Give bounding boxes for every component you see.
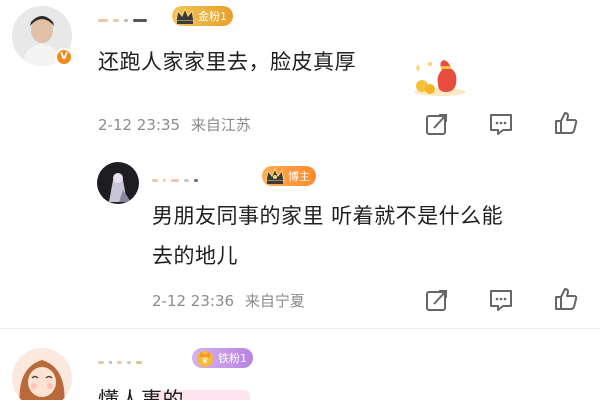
crown-icon — [264, 166, 286, 186]
comment-icon[interactable] — [488, 287, 514, 313]
avatar-photo — [12, 348, 72, 400]
comment-item: ♛ 铁粉1 懂人事的 — [0, 330, 600, 400]
reply-text-line2: 去的地儿 — [152, 244, 238, 268]
comment-icon[interactable] — [488, 111, 514, 137]
reply-text-line1: 男朋友同事的家里 听着就不是什么能 — [152, 204, 504, 228]
vip-badge-icon: V — [55, 48, 73, 66]
comment-meta: 2-12 23:35 来自江苏 — [98, 114, 251, 135]
comment-text: 还跑人家家里去，脸皮真厚 — [98, 50, 356, 74]
crown-icon: ♛ — [194, 348, 216, 368]
username-blurred[interactable] — [98, 352, 188, 366]
divider — [0, 328, 600, 329]
crown-icon — [174, 6, 196, 26]
thumbs-up-icon[interactable] — [553, 286, 579, 312]
comment-text: 懂人事的 — [98, 388, 184, 400]
share-icon[interactable] — [424, 111, 450, 137]
reply-item: 博主 男朋友同事的家里 听着就不是什么能 去的地儿 2-12 23:36 来自宁… — [0, 150, 600, 325]
fortune-bag-sticker-icon — [410, 52, 470, 97]
fan-badge-label: 金粉1 — [198, 10, 227, 23]
username-blurred[interactable] — [152, 170, 252, 184]
username-blurred[interactable] — [98, 10, 168, 24]
comment-item: V 金粉1 还跑人家家里去，脸皮真厚 2-12 23:35 来自江苏 — [0, 0, 600, 150]
avatar-photo — [97, 162, 139, 204]
author-badge-label: 博主 — [288, 170, 310, 183]
share-icon[interactable] — [424, 287, 450, 313]
author-badge[interactable]: 博主 — [262, 166, 316, 186]
avatar[interactable] — [97, 162, 139, 204]
thumbs-up-icon[interactable] — [553, 110, 579, 136]
location: 来自宁夏 — [244, 292, 305, 310]
fan-badge-label: 铁粉1 — [218, 352, 247, 365]
location: 来自江苏 — [190, 116, 251, 134]
fan-badge[interactable]: 金粉1 — [172, 6, 233, 26]
svg-text:♛: ♛ — [201, 356, 208, 365]
timestamp: 2-12 23:35 — [98, 116, 181, 134]
reply-meta: 2-12 23:36 来自宁夏 — [152, 290, 305, 311]
avatar[interactable] — [12, 348, 72, 400]
fan-badge[interactable]: ♛ 铁粉1 — [192, 348, 253, 368]
timestamp: 2-12 23:36 — [152, 292, 235, 310]
